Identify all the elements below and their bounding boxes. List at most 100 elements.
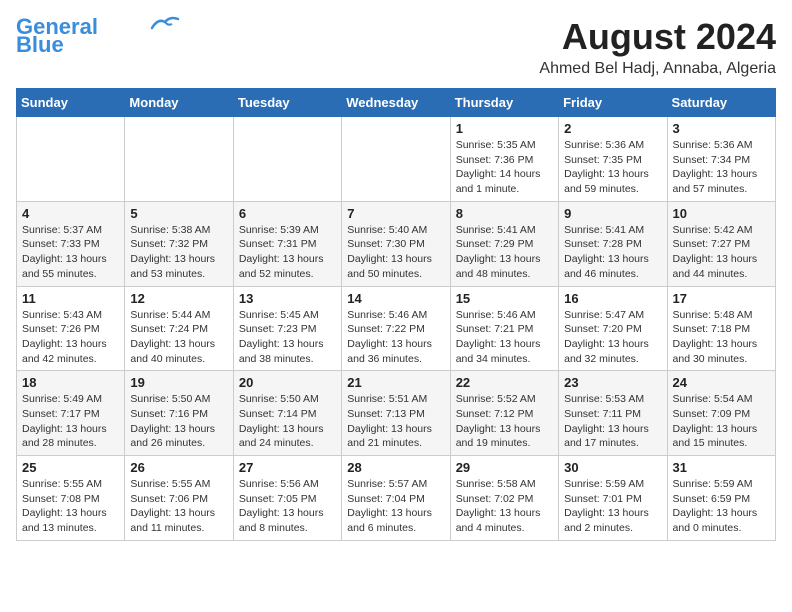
day-number: 19 xyxy=(130,375,227,390)
day-number: 1 xyxy=(456,121,553,136)
calendar-day-18: 18 Sunrise: 5:49 AMSunset: 7:17 PMDayligh… xyxy=(17,371,125,456)
day-number: 29 xyxy=(456,460,553,475)
day-info: Sunrise: 5:46 AMSunset: 7:21 PMDaylight:… xyxy=(456,308,553,367)
day-number: 15 xyxy=(456,291,553,306)
calendar-day-27: 27 Sunrise: 5:56 AMSunset: 7:05 PMDayligh… xyxy=(233,456,341,541)
calendar-day-10: 10Sunrise: 5:42 AMSunset: 7:27 PMDayligh… xyxy=(667,201,775,286)
day-info: Sunrise: 5:36 AMSunset: 7:34 PMDaylight:… xyxy=(673,138,770,197)
day-number: 25 xyxy=(22,460,119,475)
day-info: Sunrise: 5:51 AMSunset: 7:13 PMDaylight:… xyxy=(347,392,444,451)
day-info: Sunrise: 5:46 AMSunset: 7:22 PMDaylight:… xyxy=(347,308,444,367)
weekday-header-wednesday: Wednesday xyxy=(342,89,450,117)
day-info: Sunrise: 5:41 AMSunset: 7:29 PMDaylight:… xyxy=(456,223,553,282)
day-number: 14 xyxy=(347,291,444,306)
day-number: 17 xyxy=(673,291,770,306)
calendar-day-25: 25Sunrise: 5:55 AMSunset: 7:08 PMDayligh… xyxy=(17,456,125,541)
weekday-header-friday: Friday xyxy=(559,89,667,117)
page-header: General Blue August 2024 Ahmed Bel Hadj,… xyxy=(16,16,776,78)
day-number: 18 xyxy=(22,375,119,390)
calendar-day-8: 8Sunrise: 5:41 AMSunset: 7:29 PMDaylight… xyxy=(450,201,558,286)
calendar-week-3: 11 Sunrise: 5:43 AMSunset: 7:26 PMDayligh… xyxy=(17,286,776,371)
day-number: 28 xyxy=(347,460,444,475)
day-number: 30 xyxy=(564,460,661,475)
day-info: Sunrise: 5:59 AMSunset: 7:01 PMDaylight:… xyxy=(564,477,661,536)
calendar-day-12: 12 Sunrise: 5:44 AMSunset: 7:24 PMDayligh… xyxy=(125,286,233,371)
weekday-header-row: SundayMondayTuesdayWednesdayThursdayFrid… xyxy=(17,89,776,117)
day-number: 31 xyxy=(673,460,770,475)
calendar-day-4: 4 Sunrise: 5:37 AMSunset: 7:33 PMDaylight… xyxy=(17,201,125,286)
calendar-week-1: 1 Sunrise: 5:35 AMSunset: 7:36 PMDaylight… xyxy=(17,117,776,202)
day-info: Sunrise: 5:37 AMSunset: 7:33 PMDaylight:… xyxy=(22,223,119,282)
empty-day xyxy=(342,117,450,202)
day-number: 27 xyxy=(239,460,336,475)
title-area: August 2024 Ahmed Bel Hadj, Annaba, Alge… xyxy=(539,16,776,78)
day-number: 20 xyxy=(239,375,336,390)
day-info: Sunrise: 5:47 AMSunset: 7:20 PMDaylight:… xyxy=(564,308,661,367)
day-info: Sunrise: 5:49 AMSunset: 7:17 PMDaylight:… xyxy=(22,392,119,451)
day-info: Sunrise: 5:55 AMSunset: 7:06 PMDaylight:… xyxy=(130,477,227,536)
calendar-day-30: 30 Sunrise: 5:59 AMSunset: 7:01 PMDayligh… xyxy=(559,456,667,541)
calendar-day-16: 16 Sunrise: 5:47 AMSunset: 7:20 PMDayligh… xyxy=(559,286,667,371)
calendar-day-31: 31 Sunrise: 5:59 AMSunset: 6:59 PMDayligh… xyxy=(667,456,775,541)
month-year-title: August 2024 xyxy=(539,16,776,58)
calendar-week-2: 4 Sunrise: 5:37 AMSunset: 7:33 PMDaylight… xyxy=(17,201,776,286)
calendar-day-22: 22 Sunrise: 5:52 AMSunset: 7:12 PMDayligh… xyxy=(450,371,558,456)
calendar-day-23: 23Sunrise: 5:53 AMSunset: 7:11 PMDayligh… xyxy=(559,371,667,456)
day-number: 21 xyxy=(347,375,444,390)
calendar-day-2: 2Sunrise: 5:36 AMSunset: 7:35 PMDaylight… xyxy=(559,117,667,202)
location-subtitle: Ahmed Bel Hadj, Annaba, Algeria xyxy=(539,60,776,78)
calendar-day-20: 20Sunrise: 5:50 AMSunset: 7:14 PMDayligh… xyxy=(233,371,341,456)
day-info: Sunrise: 5:43 AMSunset: 7:26 PMDaylight:… xyxy=(22,308,119,367)
calendar-week-4: 18 Sunrise: 5:49 AMSunset: 7:17 PMDayligh… xyxy=(17,371,776,456)
day-number: 3 xyxy=(673,121,770,136)
day-info: Sunrise: 5:48 AMSunset: 7:18 PMDaylight:… xyxy=(673,308,770,367)
logo-blue-text: Blue xyxy=(16,34,64,56)
logo-bird-icon xyxy=(150,14,180,32)
day-info: Sunrise: 5:39 AMSunset: 7:31 PMDaylight:… xyxy=(239,223,336,282)
day-info: Sunrise: 5:42 AMSunset: 7:27 PMDaylight:… xyxy=(673,223,770,282)
day-info: Sunrise: 5:40 AMSunset: 7:30 PMDaylight:… xyxy=(347,223,444,282)
empty-day xyxy=(125,117,233,202)
calendar-day-1: 1 Sunrise: 5:35 AMSunset: 7:36 PMDaylight… xyxy=(450,117,558,202)
calendar-day-19: 19 Sunrise: 5:50 AMSunset: 7:16 PMDayligh… xyxy=(125,371,233,456)
day-number: 6 xyxy=(239,206,336,221)
day-info: Sunrise: 5:59 AMSunset: 6:59 PMDaylight:… xyxy=(673,477,770,536)
day-number: 9 xyxy=(564,206,661,221)
calendar-day-29: 29 Sunrise: 5:58 AMSunset: 7:02 PMDayligh… xyxy=(450,456,558,541)
weekday-header-monday: Monday xyxy=(125,89,233,117)
calendar-day-13: 13Sunrise: 5:45 AMSunset: 7:23 PMDayligh… xyxy=(233,286,341,371)
day-info: Sunrise: 5:57 AMSunset: 7:04 PMDaylight:… xyxy=(347,477,444,536)
empty-day xyxy=(17,117,125,202)
calendar-day-3: 3 Sunrise: 5:36 AMSunset: 7:34 PMDaylight… xyxy=(667,117,775,202)
day-number: 12 xyxy=(130,291,227,306)
calendar-day-24: 24Sunrise: 5:54 AMSunset: 7:09 PMDayligh… xyxy=(667,371,775,456)
calendar-day-26: 26 Sunrise: 5:55 AMSunset: 7:06 PMDayligh… xyxy=(125,456,233,541)
weekday-header-sunday: Sunday xyxy=(17,89,125,117)
calendar-day-6: 6 Sunrise: 5:39 AMSunset: 7:31 PMDaylight… xyxy=(233,201,341,286)
day-number: 4 xyxy=(22,206,119,221)
calendar-day-9: 9 Sunrise: 5:41 AMSunset: 7:28 PMDaylight… xyxy=(559,201,667,286)
weekday-header-saturday: Saturday xyxy=(667,89,775,117)
day-info: Sunrise: 5:52 AMSunset: 7:12 PMDaylight:… xyxy=(456,392,553,451)
calendar-day-21: 21 Sunrise: 5:51 AMSunset: 7:13 PMDayligh… xyxy=(342,371,450,456)
day-number: 5 xyxy=(130,206,227,221)
day-info: Sunrise: 5:44 AMSunset: 7:24 PMDaylight:… xyxy=(130,308,227,367)
calendar-day-17: 17 Sunrise: 5:48 AMSunset: 7:18 PMDayligh… xyxy=(667,286,775,371)
day-number: 2 xyxy=(564,121,661,136)
day-info: Sunrise: 5:50 AMSunset: 7:16 PMDaylight:… xyxy=(130,392,227,451)
calendar-day-5: 5 Sunrise: 5:38 AMSunset: 7:32 PMDaylight… xyxy=(125,201,233,286)
calendar-day-11: 11 Sunrise: 5:43 AMSunset: 7:26 PMDayligh… xyxy=(17,286,125,371)
day-number: 7 xyxy=(347,206,444,221)
day-number: 26 xyxy=(130,460,227,475)
day-info: Sunrise: 5:56 AMSunset: 7:05 PMDaylight:… xyxy=(239,477,336,536)
day-info: Sunrise: 5:58 AMSunset: 7:02 PMDaylight:… xyxy=(456,477,553,536)
day-info: Sunrise: 5:38 AMSunset: 7:32 PMDaylight:… xyxy=(130,223,227,282)
day-number: 23 xyxy=(564,375,661,390)
day-number: 22 xyxy=(456,375,553,390)
day-info: Sunrise: 5:35 AMSunset: 7:36 PMDaylight:… xyxy=(456,138,553,197)
day-number: 11 xyxy=(22,291,119,306)
day-info: Sunrise: 5:41 AMSunset: 7:28 PMDaylight:… xyxy=(564,223,661,282)
weekday-header-thursday: Thursday xyxy=(450,89,558,117)
day-number: 16 xyxy=(564,291,661,306)
empty-day xyxy=(233,117,341,202)
